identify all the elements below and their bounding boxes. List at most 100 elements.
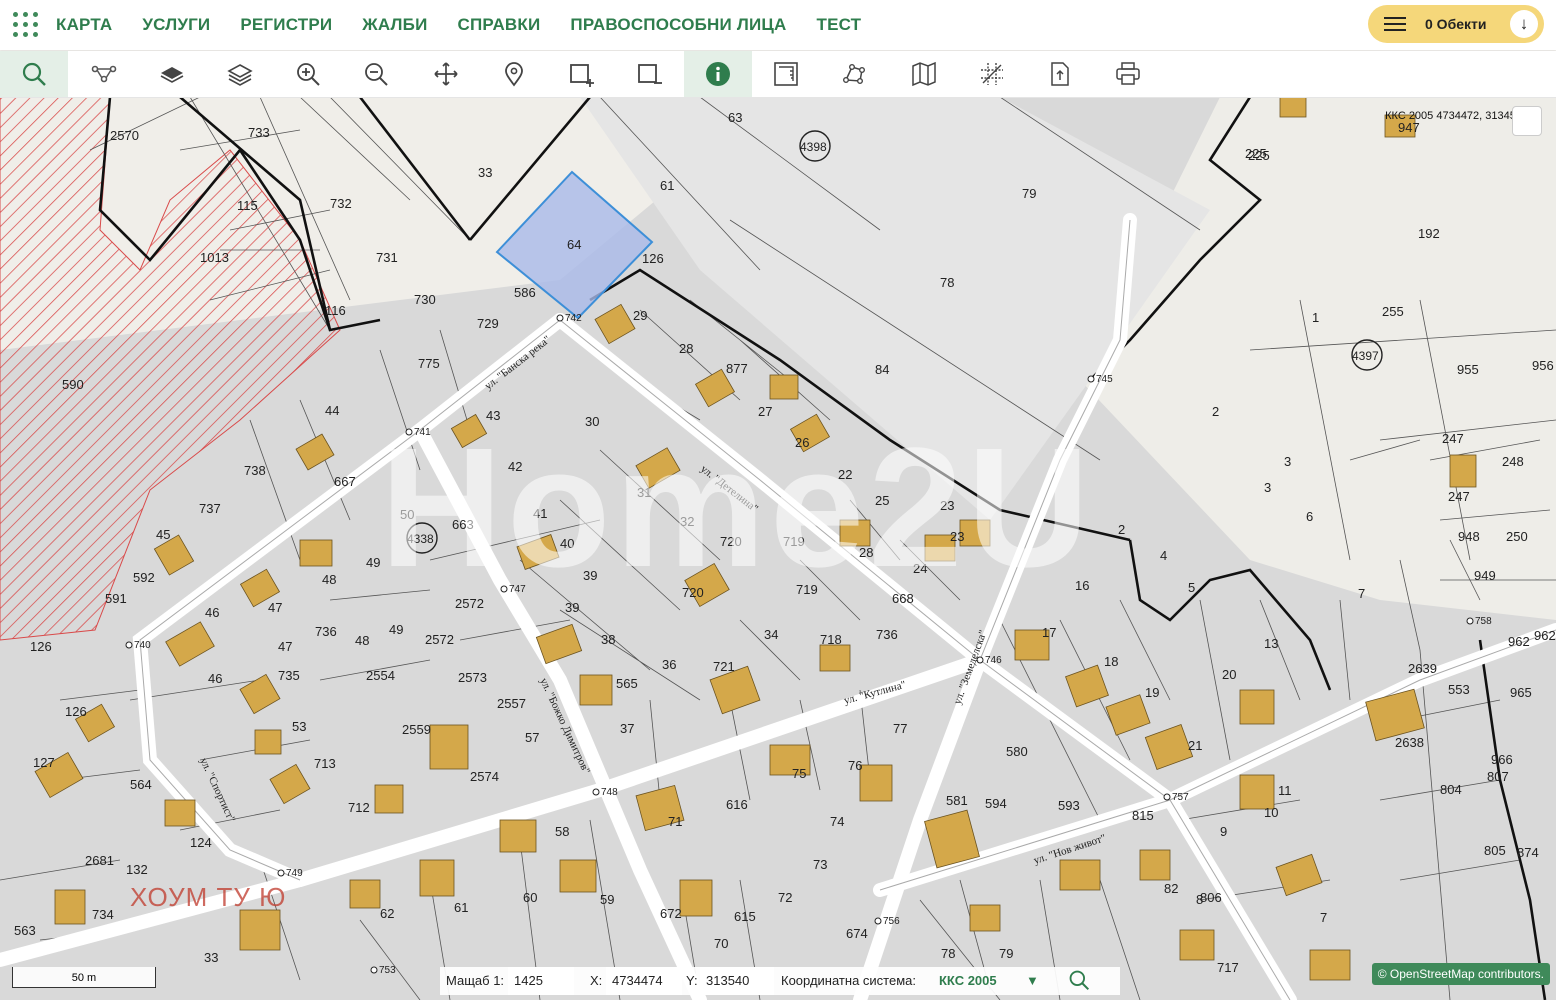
route-tool-button[interactable] (70, 51, 138, 97)
svg-text:753: 753 (379, 965, 396, 976)
svg-text:58: 58 (555, 824, 569, 839)
layers-tool-button[interactable] (206, 51, 274, 97)
svg-text:248: 248 (1502, 454, 1524, 469)
svg-text:948: 948 (1458, 529, 1480, 544)
pan-icon (434, 62, 458, 86)
svg-text:46: 46 (205, 605, 219, 620)
polygon-icon (843, 64, 866, 85)
export-icon (1051, 62, 1069, 86)
svg-text:4397: 4397 (1352, 349, 1379, 363)
svg-text:737: 737 (199, 501, 221, 516)
info-button[interactable] (684, 51, 752, 97)
top-navigation: КАРТА УСЛУГИ РЕГИСТРИ ЖАЛБИ СПРАВКИ ПРАВ… (0, 0, 1556, 50)
menu-item-registri[interactable]: РЕГИСТРИ (240, 15, 332, 35)
person-icon[interactable] (1512, 106, 1542, 136)
svg-text:2: 2 (1212, 404, 1219, 419)
svg-text:717: 717 (1217, 960, 1239, 975)
download-arrow-icon[interactable]: ↓ (1510, 10, 1538, 38)
svg-text:3: 3 (1284, 454, 1291, 469)
pan-button[interactable] (412, 51, 480, 97)
svg-text:126: 126 (30, 639, 52, 654)
svg-text:38: 38 (601, 632, 615, 647)
svg-text:2574: 2574 (470, 769, 499, 784)
objects-count-label: 0 Обекти (1425, 16, 1487, 32)
map-button[interactable] (890, 51, 958, 97)
svg-text:553: 553 (1448, 682, 1470, 697)
menu-item-karta[interactable]: КАРТА (56, 15, 112, 35)
grid-button[interactable] (958, 51, 1026, 97)
menu-item-spravki[interactable]: СПРАВКИ (458, 15, 541, 35)
status-bar: Мащаб 1: 1425 X: 4734474 Y: 313540 Коорд… (440, 967, 1120, 995)
svg-text:34: 34 (764, 627, 778, 642)
svg-text:965: 965 (1510, 685, 1532, 700)
svg-text:1: 1 (1312, 310, 1319, 325)
svg-text:949: 949 (1474, 568, 1496, 583)
svg-text:667: 667 (334, 474, 356, 489)
measure-button[interactable] (752, 51, 820, 97)
layer-icon (160, 67, 184, 83)
watermark: Home2U (380, 413, 1094, 603)
location-pin-button[interactable] (480, 51, 548, 97)
print-button[interactable] (1094, 51, 1162, 97)
scale-value[interactable]: 1425 (508, 967, 574, 995)
svg-text:47: 47 (268, 600, 282, 615)
polygon-button[interactable] (820, 51, 888, 97)
apps-grid-icon[interactable] (13, 12, 39, 38)
svg-text:84: 84 (875, 362, 889, 377)
svg-text:62: 62 (380, 906, 394, 921)
svg-text:2573: 2573 (458, 670, 487, 685)
svg-text:37: 37 (620, 721, 634, 736)
y-label: Y: (686, 973, 698, 988)
zoom-out-button[interactable] (342, 51, 410, 97)
menu-item-pravosposobni-lica[interactable]: ПРАВОСПОСОБНИ ЛИЦА (570, 15, 786, 35)
svg-text:7: 7 (1320, 910, 1327, 925)
svg-text:947: 947 (1398, 120, 1420, 135)
svg-text:712: 712 (348, 800, 370, 815)
svg-text:192: 192 (1418, 226, 1440, 241)
svg-text:962: 962 (1534, 628, 1556, 643)
objects-button[interactable]: 0 Обекти ↓ (1368, 5, 1544, 43)
svg-text:76: 76 (848, 758, 862, 773)
export-button[interactable] (1026, 51, 1094, 97)
print-icon (1116, 62, 1140, 85)
top-coordinates: ККС 2005 4734472, 313452 (1385, 110, 1522, 122)
svg-text:18: 18 (1104, 654, 1118, 669)
add-rectangle-button[interactable] (548, 51, 616, 97)
x-value: 4734474 (606, 967, 682, 995)
map-toolbar (0, 51, 1556, 98)
svg-text:586: 586 (514, 285, 536, 300)
layer-tool-button[interactable] (138, 51, 206, 97)
add-rect-icon (570, 64, 594, 87)
svg-text:2557: 2557 (497, 696, 526, 711)
zoom-in-button[interactable] (274, 51, 342, 97)
menu-item-zhalbi[interactable]: ЖАЛБИ (362, 15, 427, 35)
attribution[interactable]: © OpenStreetMap contributors. (1371, 963, 1550, 985)
svg-text:2: 2 (1118, 522, 1125, 537)
menu-item-test[interactable]: ТЕСТ (817, 15, 862, 35)
svg-text:72: 72 (778, 890, 792, 905)
search-tool-button[interactable] (0, 51, 68, 97)
svg-text:126: 126 (642, 251, 664, 266)
svg-text:59: 59 (600, 892, 614, 907)
svg-text:250: 250 (1506, 529, 1528, 544)
zoom-out-icon (365, 63, 388, 86)
svg-text:757: 757 (1172, 792, 1189, 803)
svg-text:126: 126 (65, 704, 87, 719)
svg-text:46: 46 (208, 671, 222, 686)
svg-text:19: 19 (1145, 685, 1159, 700)
svg-text:17: 17 (1042, 625, 1056, 640)
search-icon[interactable] (1068, 969, 1090, 994)
menu-item-uslugi[interactable]: УСЛУГИ (142, 15, 210, 35)
x-label: X: (590, 973, 603, 988)
svg-text:36: 36 (662, 657, 676, 672)
svg-text:672: 672 (660, 906, 682, 921)
svg-text:2681: 2681 (85, 853, 114, 868)
red-watermark: ХОУМ ТУ Ю (130, 882, 287, 912)
crs-value[interactable]: ККС 2005 (939, 973, 997, 988)
y-value: 313540 (700, 967, 774, 995)
remove-rectangle-button[interactable] (616, 51, 684, 97)
chevron-down-icon[interactable]: ▼ (1026, 973, 1039, 988)
svg-text:729: 729 (477, 316, 499, 331)
svg-text:966: 966 (1491, 752, 1513, 767)
svg-text:563: 563 (14, 923, 36, 938)
